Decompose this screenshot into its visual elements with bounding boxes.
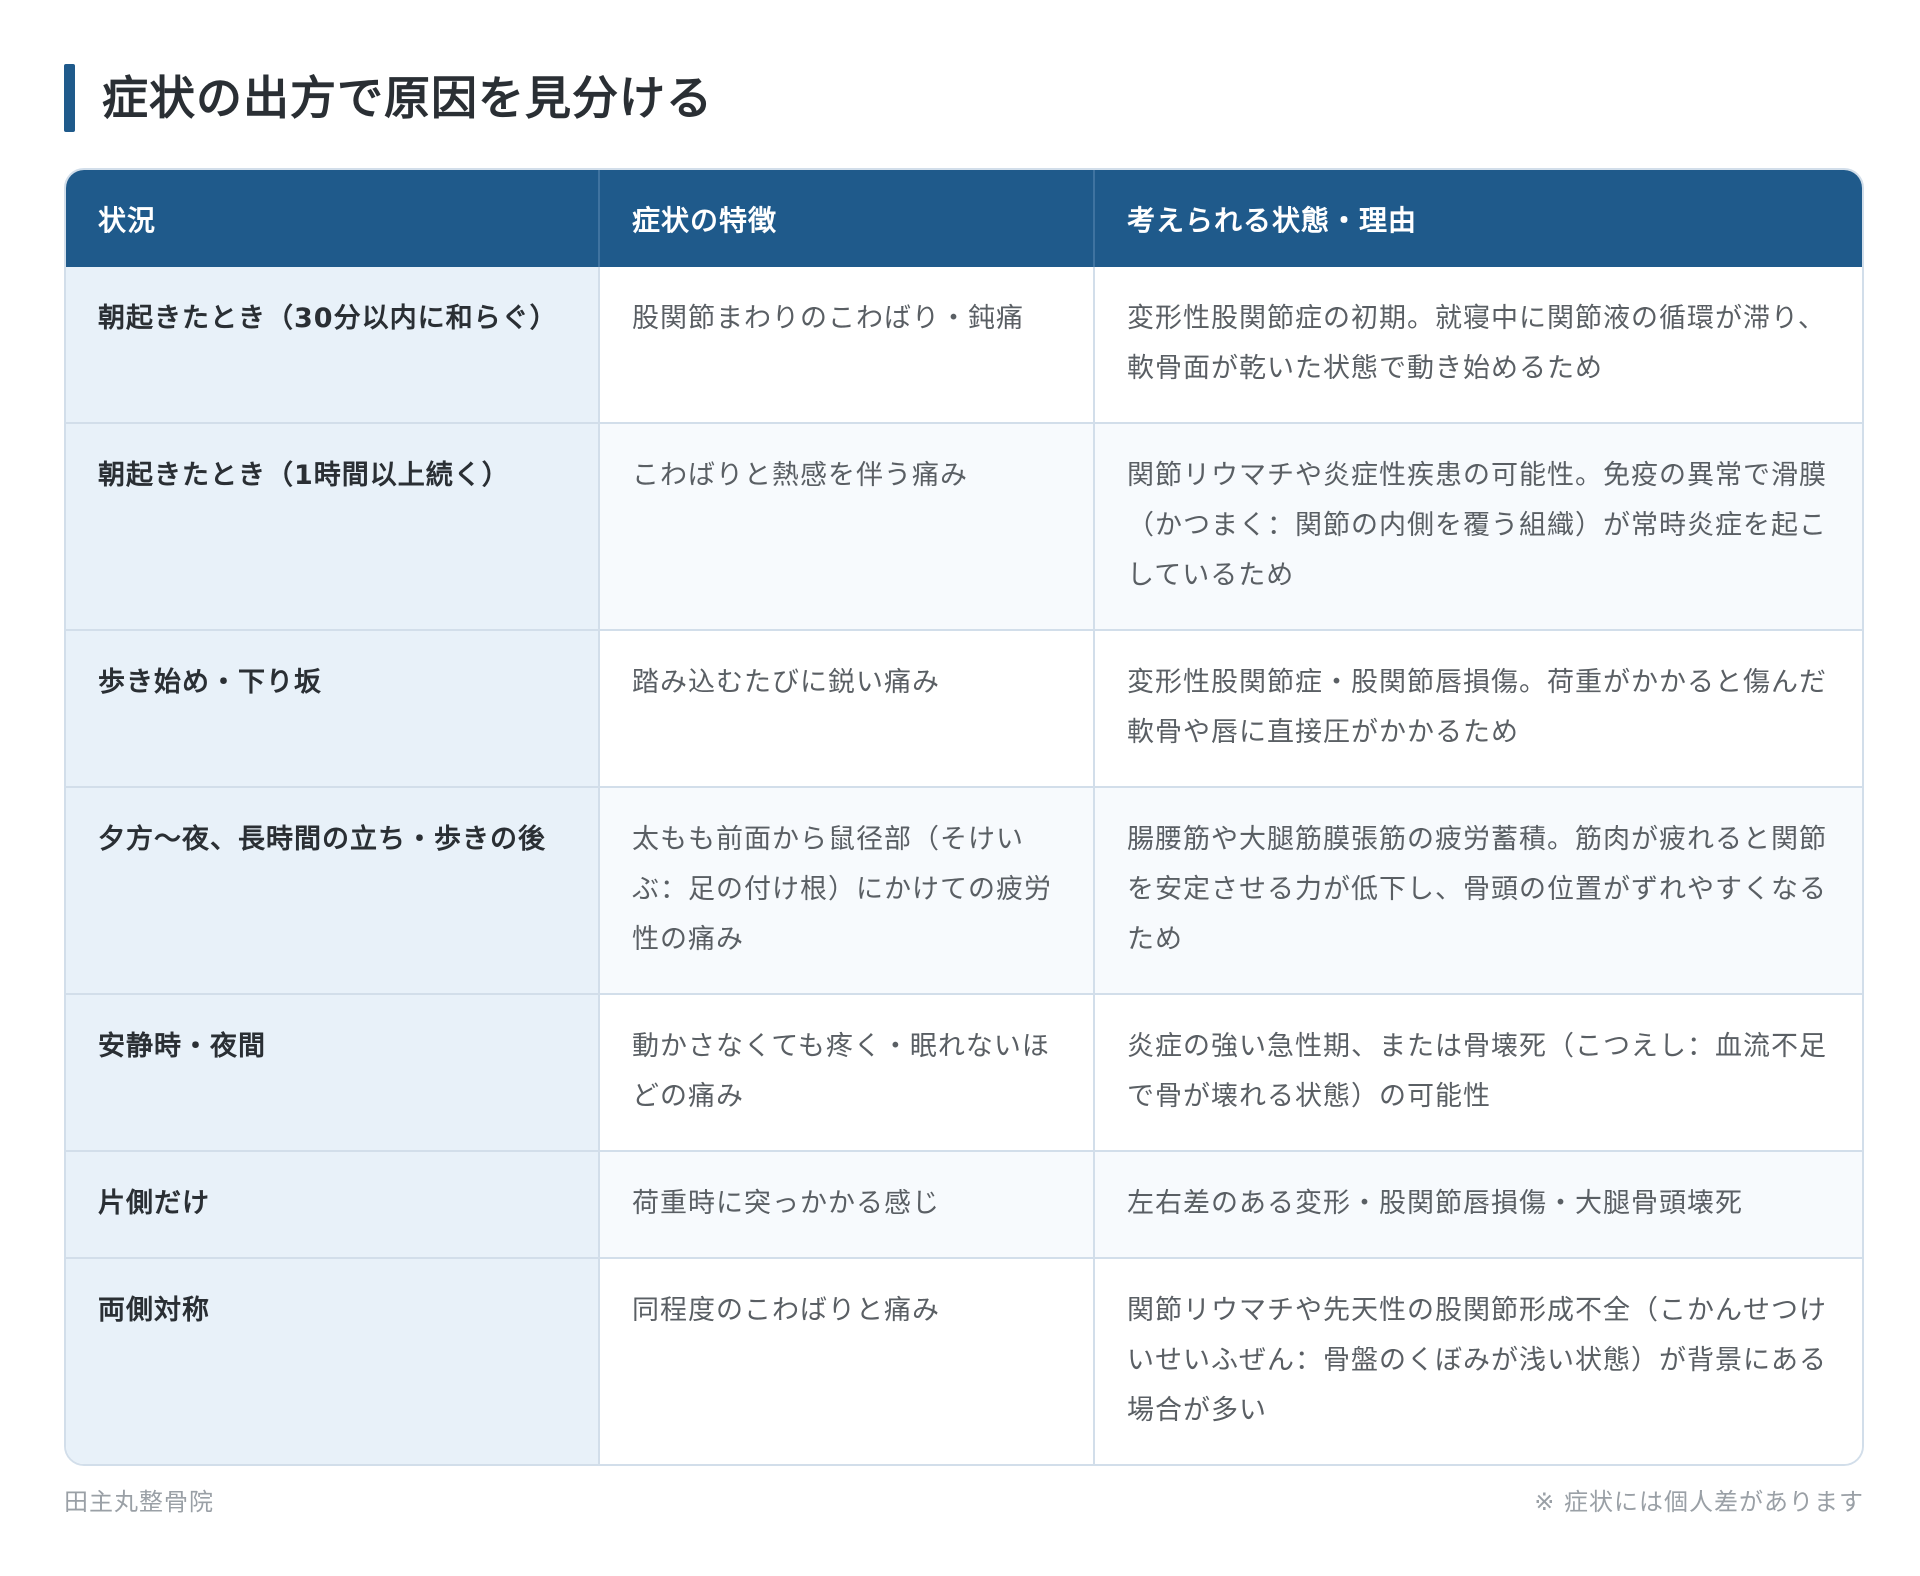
reason-cell: 左右差のある変形・股関節唇損傷・大腿骨頭壊死 <box>1094 1150 1862 1258</box>
page-title: 症状の出方で原因を見分ける <box>102 71 713 125</box>
disclaimer-note: ※ 症状には個人差があります <box>1534 1488 1864 1516</box>
reason-cell: 腸腰筋や大腿筋膜張筋の疲労蓄積。筋肉が疲れると関節を安定させる力が低下し、骨頭の… <box>1094 786 1862 994</box>
symptom-table: 状況 症状の特徴 考えられる状態・理由 朝起きたとき（30分以内に和らぐ） 股関… <box>64 168 1864 1466</box>
table-row: 朝起きたとき（1時間以上続く） こわばりと熱感を伴う痛み 関節リウマチや炎症性疾… <box>66 422 1862 630</box>
situation-cell: 片側だけ <box>66 1150 600 1258</box>
table-row: 安静時・夜間 動かさなくても疼く・眠れないほどの痛み 炎症の強い急性期、または骨… <box>66 993 1862 1151</box>
symptom-cell: 踏み込むたびに鋭い痛み <box>599 629 1095 787</box>
situation-cell: 朝起きたとき（30分以内に和らぐ） <box>66 267 600 423</box>
table-row: 両側対称 同程度のこわばりと痛み 関節リウマチや先天性の股関節形成不全（こかんせ… <box>66 1257 1862 1464</box>
situation-cell: 歩き始め・下り坂 <box>66 629 600 787</box>
table-row: 片側だけ 荷重時に突っかかる感じ 左右差のある変形・股関節唇損傷・大腿骨頭壊死 <box>66 1150 1862 1258</box>
situation-cell: 朝起きたとき（1時間以上続く） <box>66 422 600 630</box>
situation-cell: 安静時・夜間 <box>66 993 600 1151</box>
table-row: 歩き始め・下り坂 踏み込むたびに鋭い痛み 変形性股関節症・股関節唇損傷。荷重がか… <box>66 629 1862 787</box>
symptom-cell: 股関節まわりのこわばり・鈍痛 <box>599 267 1095 423</box>
heading-accent-bar <box>64 64 75 132</box>
reason-cell: 関節リウマチや先天性の股関節形成不全（こかんせつけいせいふぜん：骨盤のくぼみが浅… <box>1094 1257 1862 1464</box>
situation-cell: 両側対称 <box>66 1257 600 1464</box>
symptom-cell: 動かさなくても疼く・眠れないほどの痛み <box>599 993 1095 1151</box>
table-header-row: 状況 症状の特徴 考えられる状態・理由 <box>66 170 1862 267</box>
symptom-cell: 同程度のこわばりと痛み <box>599 1257 1095 1464</box>
table-row: 朝起きたとき（30分以内に和らぐ） 股関節まわりのこわばり・鈍痛 変形性股関節症… <box>66 267 1862 423</box>
header-situation: 状況 <box>66 170 600 267</box>
page-heading: 症状の出方で原因を見分ける <box>64 64 713 132</box>
reason-cell: 変形性股関節症・股関節唇損傷。荷重がかかると傷んだ軟骨や唇に直接圧がかかるため <box>1094 629 1862 787</box>
reason-cell: 炎症の強い急性期、または骨壊死（こつえし：血流不足で骨が壊れる状態）の可能性 <box>1094 993 1862 1151</box>
symptom-cell: 荷重時に突っかかる感じ <box>599 1150 1095 1258</box>
symptom-cell: 太もも前面から鼠径部（そけいぶ：足の付け根）にかけての疲労性の痛み <box>599 786 1095 994</box>
table-row: 夕方〜夜、長時間の立ち・歩きの後 太もも前面から鼠径部（そけいぶ：足の付け根）に… <box>66 786 1862 994</box>
header-symptom: 症状の特徴 <box>599 170 1095 267</box>
situation-cell: 夕方〜夜、長時間の立ち・歩きの後 <box>66 786 600 994</box>
reason-cell: 変形性股関節症の初期。就寝中に関節液の循環が滞り、軟骨面が乾いた状態で動き始める… <box>1094 267 1862 423</box>
clinic-name: 田主丸整骨院 <box>64 1488 214 1516</box>
header-reason: 考えられる状態・理由 <box>1094 170 1862 267</box>
reason-cell: 関節リウマチや炎症性疾患の可能性。免疫の異常で滑膜（かつまく：関節の内側を覆う組… <box>1094 422 1862 630</box>
symptom-cell: こわばりと熱感を伴う痛み <box>599 422 1095 630</box>
